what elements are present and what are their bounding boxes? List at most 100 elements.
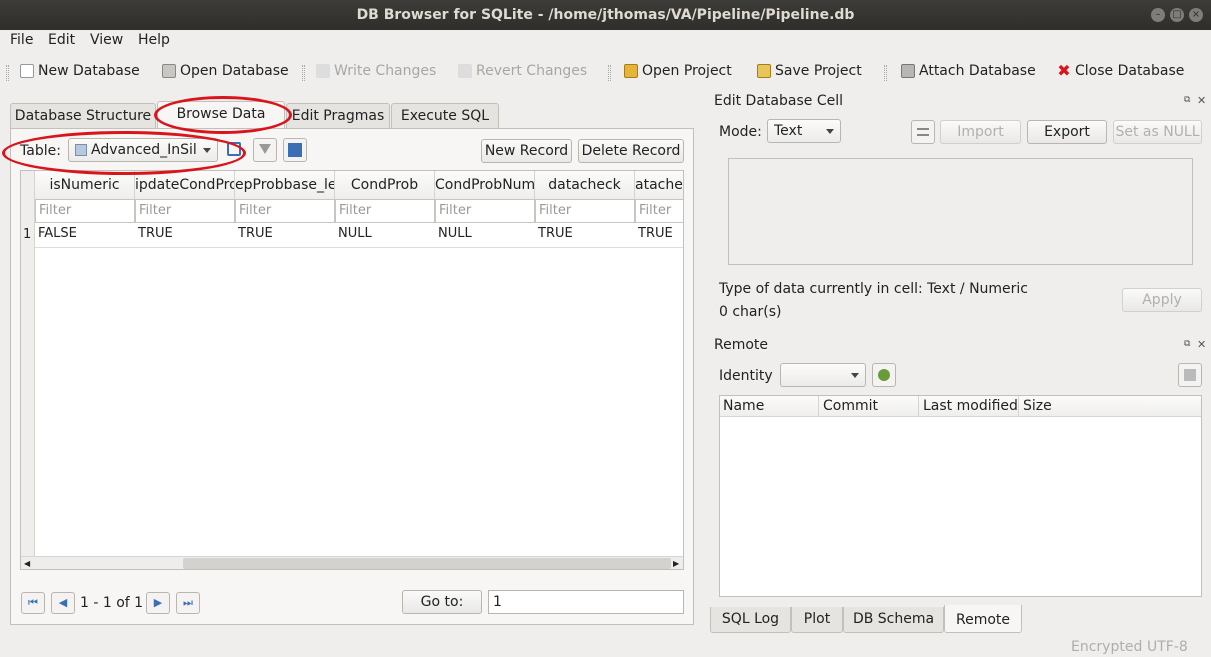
filter-input[interactable]: Filter [535, 199, 635, 223]
apply-button[interactable]: Apply [1122, 288, 1202, 312]
toolbar-separator [884, 65, 887, 81]
edit-cell-title: Edit Database Cell [714, 93, 843, 109]
menu-edit[interactable]: Edit [48, 32, 75, 48]
last-page-icon[interactable]: ⏭ [176, 592, 200, 614]
tab-execute-sql-label: Execute SQL [400, 108, 490, 124]
toolbar-separator [608, 65, 611, 81]
open-database-button[interactable]: Open Database [162, 63, 289, 79]
gear-icon[interactable] [872, 363, 896, 387]
new-database-button[interactable]: New Database [20, 63, 140, 79]
float-panel-icon[interactable]: ⧉ [1184, 339, 1190, 349]
pager-status: 1 - 1 of 1 [80, 595, 144, 611]
row-number[interactable]: 1 [23, 227, 31, 242]
column-header-size[interactable]: Size [1018, 396, 1052, 417]
horizontal-scrollbar[interactable]: ◀ ▶ [21, 556, 683, 569]
next-page-icon[interactable]: ▶ [146, 592, 170, 614]
mode-label: Mode: [719, 124, 762, 140]
window-titlebar: DB Browser for SQLite - /home/jthomas/VA… [0, 0, 1211, 30]
table-cell[interactable]: TRUE [635, 223, 683, 245]
tab-database-structure-label: Database Structure [14, 108, 152, 124]
tab-execute-sql[interactable]: Execute SQL [391, 103, 499, 129]
open-database-label: Open Database [180, 63, 289, 79]
push-database-icon[interactable] [1178, 363, 1202, 387]
maximize-icon[interactable]: □ [1170, 8, 1184, 22]
export-button[interactable]: Export [1027, 120, 1107, 144]
scrollbar-thumb[interactable] [183, 558, 671, 569]
import-button[interactable]: Import [940, 120, 1021, 144]
mode-select-value: Text [774, 123, 803, 139]
tab-remote[interactable]: Remote [944, 605, 1022, 633]
minimize-icon[interactable]: – [1151, 8, 1165, 22]
filter-input[interactable]: Filter [235, 199, 335, 223]
open-database-icon [162, 64, 176, 78]
goto-button[interactable]: Go to: [402, 590, 482, 614]
open-project-icon [624, 64, 638, 78]
scroll-left-icon[interactable]: ◀ [24, 559, 30, 568]
filter-input[interactable]: Filter [335, 199, 435, 223]
identity-select[interactable] [780, 363, 866, 387]
menu-view[interactable]: View [90, 32, 123, 48]
tab-database-structure[interactable]: Database Structure [10, 103, 156, 129]
new-database-label: New Database [38, 63, 140, 79]
write-changes-label: Write Changes [334, 63, 437, 79]
tab-db-schema[interactable]: DB Schema [843, 607, 944, 633]
filter-input[interactable]: Filter [635, 199, 683, 223]
save-table-icon[interactable] [283, 138, 307, 162]
previous-page-icon[interactable]: ◀ [51, 592, 75, 614]
clear-filters-icon[interactable] [253, 138, 277, 162]
column-header[interactable]: epProbbase_lev [235, 171, 335, 199]
tab-edit-pragmas[interactable]: Edit Pragmas [286, 103, 390, 129]
attach-database-label: Attach Database [919, 63, 1036, 79]
filter-input[interactable]: Filter [35, 199, 135, 223]
save-project-label: Save Project [775, 63, 862, 79]
tab-plot-label: Plot [803, 611, 831, 627]
new-record-button[interactable]: New Record [481, 139, 572, 163]
close-database-button[interactable]: ✖ Close Database [1057, 63, 1184, 80]
column-header[interactable]: CondProb [335, 171, 435, 199]
column-header-last-modified[interactable]: Last modified [918, 396, 1018, 417]
filter-input[interactable]: Filter [135, 199, 235, 223]
filter-input[interactable]: Filter [435, 199, 535, 223]
first-page-icon[interactable]: ⏮ [21, 592, 45, 614]
table-cell[interactable]: NULL [435, 223, 535, 245]
tab-sql-log[interactable]: SQL Log [710, 607, 791, 633]
write-changes-icon [316, 64, 330, 78]
scroll-right-icon[interactable]: ▶ [673, 559, 679, 568]
float-panel-icon[interactable]: ⧉ [1184, 95, 1190, 105]
attach-database-button[interactable]: Attach Database [901, 63, 1036, 79]
identity-label: Identity [719, 368, 773, 384]
tab-plot[interactable]: Plot [791, 607, 843, 633]
column-header[interactable]: ipdateCondProl [135, 171, 235, 199]
open-project-button[interactable]: Open Project [624, 63, 732, 79]
close-panel-icon[interactable]: ✕ [1197, 338, 1206, 351]
menu-file[interactable]: File [10, 32, 33, 48]
table-cell[interactable]: TRUE [235, 223, 335, 245]
column-header[interactable]: datacheck [535, 171, 635, 199]
column-header-name[interactable]: Name [723, 398, 764, 414]
auto-format-icon[interactable] [911, 120, 935, 144]
revert-changes-button[interactable]: Revert Changes [458, 63, 587, 79]
close-window-icon[interactable]: × [1189, 8, 1203, 22]
open-project-label: Open Project [642, 63, 732, 79]
data-grid: isNumeric ipdateCondProl epProbbase_lev … [20, 170, 684, 570]
table-cell[interactable]: TRUE [535, 223, 635, 245]
set-null-button[interactable]: Set as NULL [1113, 120, 1202, 144]
tab-db-schema-label: DB Schema [852, 611, 935, 627]
window-title: DB Browser for SQLite - /home/jthomas/VA… [356, 7, 855, 23]
menu-help[interactable]: Help [138, 32, 170, 48]
column-header-commit[interactable]: Commit [818, 396, 878, 417]
table-cell[interactable]: FALSE [35, 223, 135, 245]
mode-select[interactable]: Text [767, 119, 841, 143]
toolbar-grip[interactable] [6, 65, 9, 81]
table-cell[interactable]: TRUE [135, 223, 235, 245]
table-cell[interactable]: NULL [335, 223, 435, 245]
write-changes-button[interactable]: Write Changes [316, 63, 436, 79]
delete-record-button[interactable]: Delete Record [578, 139, 684, 163]
cell-editor[interactable] [728, 158, 1193, 265]
column-header[interactable]: CondProbNum [435, 171, 535, 199]
goto-input[interactable]: 1 [488, 590, 684, 614]
save-project-button[interactable]: Save Project [757, 63, 862, 79]
column-header[interactable]: isNumeric [35, 171, 135, 199]
column-header[interactable]: atachec [635, 171, 683, 199]
close-panel-icon[interactable]: ✕ [1197, 94, 1206, 107]
